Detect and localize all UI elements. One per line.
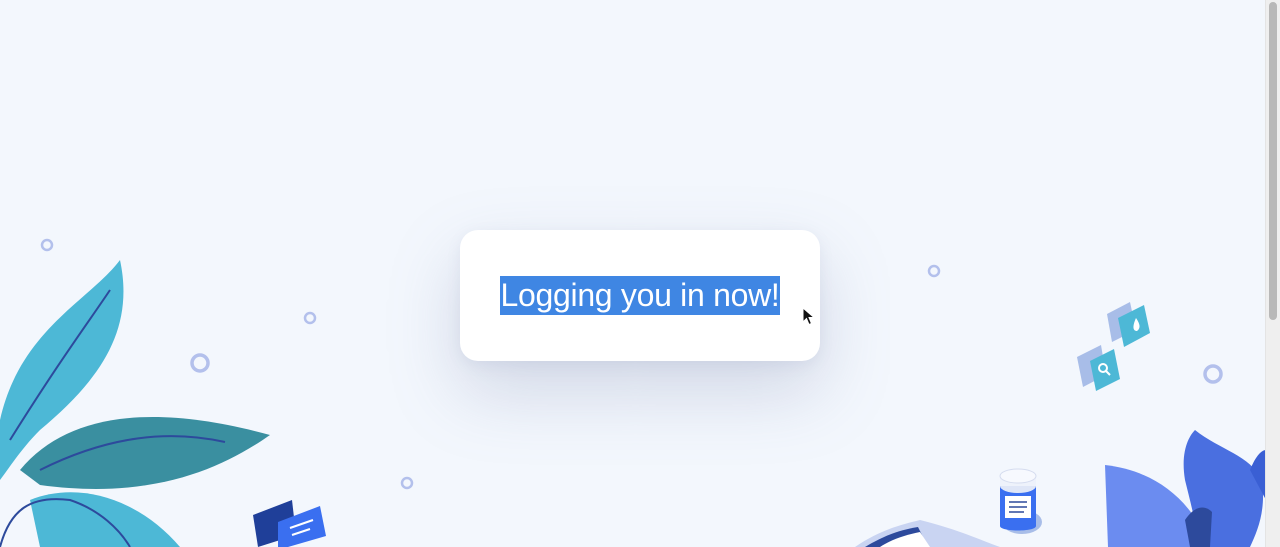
floating-cards-icon: [1077, 302, 1150, 391]
login-loading-page: Logging you in now!: [0, 0, 1280, 547]
loading-card: Logging you in now!: [460, 230, 820, 361]
scrollbar-thumb[interactable]: [1269, 2, 1277, 320]
loading-message: Logging you in now!: [499, 276, 781, 315]
vertical-scrollbar[interactable]: [1265, 0, 1280, 547]
left-leaf-plant: [0, 260, 270, 547]
chat-bubbles-icon: [253, 500, 326, 547]
mouse-pointer-icon: [802, 307, 816, 326]
clipboard-icon: [855, 520, 1000, 547]
right-leaf-plant: [1105, 430, 1266, 547]
pill-bottle-icon: [999, 468, 1042, 534]
